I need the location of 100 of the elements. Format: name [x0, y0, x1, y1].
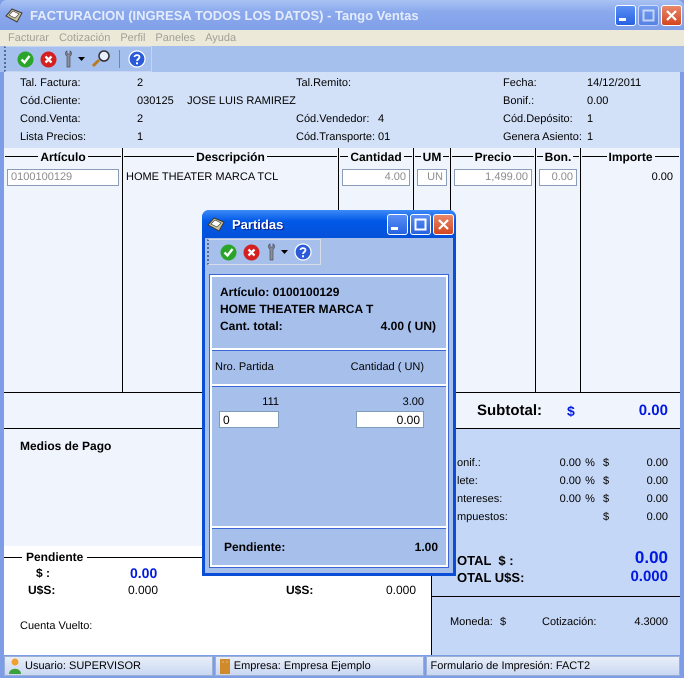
- article-description: HOME THEATER MARCA T: [220, 302, 374, 316]
- currency-symbol: $: [602, 475, 610, 487]
- field-value: 14/12/2011: [587, 77, 642, 89]
- user-icon: [9, 658, 21, 674]
- client-name: JOSE LUIS RAMIREZ: [187, 95, 296, 107]
- field-label: Cód.Depósito:: [503, 113, 574, 125]
- percent-sign: %: [584, 475, 596, 487]
- help-button[interactable]: [127, 49, 147, 69]
- article-code: Artículo: 0100100129: [220, 285, 340, 299]
- cancel-button[interactable]: [39, 49, 58, 69]
- field-label: Moneda:: [450, 616, 494, 628]
- close-button[interactable]: [433, 214, 454, 234]
- field-label: Cód.Vendedor:: [296, 113, 370, 125]
- tools-dropdown-button[interactable]: [265, 242, 289, 262]
- percent-value: 0.00: [558, 475, 581, 487]
- minimize-icon: [619, 18, 626, 20]
- total-label: OTAL $ :: [457, 553, 514, 568]
- column-header: UM: [422, 150, 442, 164]
- section-title: Pendiente: [25, 550, 84, 564]
- field-value: 0.00: [587, 95, 610, 107]
- column-header: Precio: [474, 150, 512, 164]
- field-value: 030125: [137, 95, 175, 107]
- field-value: 01: [378, 131, 392, 143]
- total-label: OTAL U$S:: [457, 570, 524, 585]
- minimize-button[interactable]: [615, 4, 636, 26]
- building-icon: [220, 658, 230, 674]
- field-value: 1: [587, 113, 594, 125]
- field-value: $: [500, 616, 508, 628]
- maximize-icon: [412, 216, 429, 232]
- total-label: mpuestos:: [457, 511, 509, 523]
- column-header: Descripción: [196, 150, 265, 164]
- field-label: Genera Asiento:: [503, 131, 583, 143]
- amount-value: 0.000: [385, 582, 416, 596]
- cancel-icon: [40, 50, 57, 68]
- percent-sign: %: [584, 457, 596, 469]
- amount-value: 0.00: [646, 493, 668, 505]
- maximize-icon: [640, 6, 657, 24]
- field-label: Cotización:: [542, 616, 598, 628]
- magnifier-icon: [91, 50, 111, 68]
- column-header: Importe: [608, 150, 653, 164]
- table-cell-text: 3.00: [402, 396, 424, 410]
- field-label: Fecha:: [503, 77, 538, 89]
- total-label: onif.:: [457, 457, 482, 469]
- currency-symbol: $: [602, 511, 610, 523]
- caret-icon: [281, 250, 288, 254]
- search-button[interactable]: [90, 49, 112, 69]
- status-text: Usuario: SUPERVISOR: [25, 660, 141, 672]
- field-label: Bonif.:: [503, 95, 536, 107]
- table-cell-text: 111: [261, 396, 279, 410]
- check-icon: [220, 244, 237, 260]
- help-icon: [294, 243, 312, 261]
- subtotal-label: Subtotal:: [477, 402, 543, 419]
- minimize-button[interactable]: [387, 214, 408, 234]
- field-label: Cód.Transporte:: [296, 131, 376, 143]
- column-header: Cantidad ( UN): [350, 361, 424, 373]
- help-icon: [128, 50, 146, 68]
- cancel-button[interactable]: [242, 242, 261, 262]
- currency-symbol: $: [602, 493, 610, 505]
- total-value: 0.000: [630, 568, 668, 585]
- pending-label: Pendiente:: [224, 540, 286, 554]
- amount-label: $ :: [35, 566, 52, 580]
- column-header: Artículo: [40, 150, 86, 164]
- field-value: 4: [378, 113, 386, 125]
- column-header: Cantidad: [350, 150, 402, 164]
- quantity-field[interactable]: 0.00: [356, 411, 424, 428]
- field-label: Cond.Venta:: [20, 113, 82, 125]
- field-value: 1: [137, 131, 144, 143]
- total-label: ntereses:: [457, 493, 504, 505]
- status-text: Formulario de Impresión: FACT2: [430, 660, 590, 672]
- window-title: FACTURACION (INGRESA TODOS LOS DATOS) - Tango Ventas: [30, 8, 420, 22]
- tools-dropdown-button[interactable]: [62, 49, 86, 69]
- currency-symbol: $: [567, 402, 576, 418]
- field-label: Cant. total:: [220, 319, 283, 333]
- accept-button[interactable]: [219, 242, 238, 262]
- subtotal-value: 0.00: [638, 402, 668, 419]
- field-value: 2: [137, 77, 144, 89]
- field-value: 4.00 ( UN): [380, 319, 436, 333]
- amount-value: 0.00: [646, 511, 668, 523]
- amount-label: U$S:: [27, 582, 56, 596]
- field-label: Cuenta Vuelto:: [20, 620, 94, 632]
- minimize-icon: [391, 226, 398, 230]
- cancel-icon: [243, 244, 260, 260]
- help-button[interactable]: [293, 242, 313, 262]
- status-text: Empresa: Empresa Ejemplo: [234, 660, 371, 672]
- caret-icon: [78, 57, 85, 61]
- lot-number-field[interactable]: 0: [219, 411, 279, 428]
- dialog-title: Partidas: [232, 216, 284, 232]
- column-header: Bon.: [544, 150, 572, 164]
- total-value: 0.00: [634, 548, 668, 568]
- close-button[interactable]: [661, 4, 682, 26]
- amount-value: 0.00: [129, 564, 158, 580]
- table-cell-text: 0.00: [650, 171, 674, 183]
- amount-value: 0.00: [646, 457, 668, 469]
- amount-value: 0.000: [127, 582, 158, 596]
- maximize-button[interactable]: [410, 214, 431, 234]
- pending-value: 1.00: [414, 540, 438, 554]
- field-label: Tal. Factura:: [20, 77, 82, 89]
- field-value: 4.3000: [634, 616, 668, 628]
- accept-button[interactable]: [16, 49, 35, 69]
- currency-symbol: $: [602, 457, 610, 469]
